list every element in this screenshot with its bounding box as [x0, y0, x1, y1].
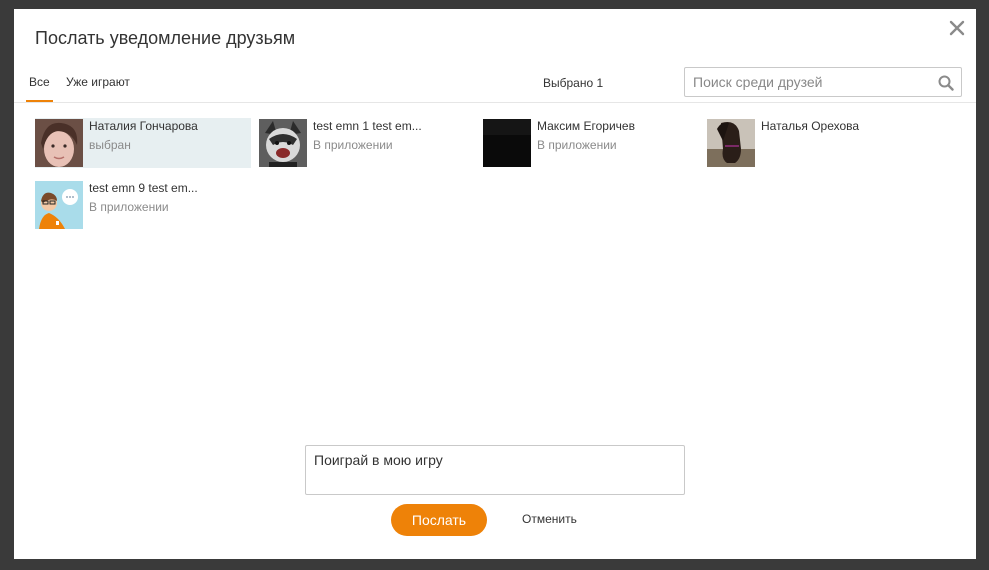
- friend-name: Максим Егоричев: [537, 119, 635, 133]
- send-button[interactable]: Послать: [391, 504, 487, 536]
- avatar: [707, 119, 755, 167]
- search-icon[interactable]: [938, 75, 954, 91]
- friend-status: В приложении: [89, 200, 169, 214]
- friend-item[interactable]: Наталия Гончарова выбран: [35, 118, 251, 168]
- friend-name: Наталья Орехова: [761, 119, 860, 133]
- message-field[interactable]: Поиграй в мою игру: [305, 445, 685, 495]
- friend-item[interactable]: test emn 1 test em... В приложении: [259, 118, 475, 168]
- friend-status: В приложении: [313, 138, 393, 152]
- avatar: [259, 119, 307, 167]
- search-input[interactable]: [685, 68, 931, 96]
- friend-item[interactable]: Максим Егоричев В приложении: [483, 118, 699, 168]
- friend-search: [684, 67, 962, 97]
- tab-already-playing[interactable]: Уже играют: [63, 75, 133, 100]
- friend-name: test emn 9 test em...: [89, 181, 198, 195]
- friend-status: В приложении: [537, 138, 617, 152]
- cancel-button[interactable]: Отменить: [522, 512, 577, 526]
- friend-name: test emn 1 test em...: [313, 119, 422, 133]
- friend-item[interactable]: Наталья Орехова: [707, 118, 923, 168]
- friend-item[interactable]: test emn 9 test em... В приложении: [35, 180, 251, 230]
- friend-name: Наталия Гончарова: [89, 119, 198, 133]
- tab-all[interactable]: Все: [26, 75, 53, 102]
- notify-friends-dialog: Послать уведомление друзьям Все Уже игра…: [14, 9, 976, 559]
- avatar: [483, 119, 531, 167]
- friend-status: выбран: [89, 138, 131, 152]
- avatar: [35, 181, 83, 229]
- header-divider: [14, 102, 976, 103]
- selected-count: Выбрано 1: [543, 76, 604, 90]
- avatar: [35, 119, 83, 167]
- dialog-title: Послать уведомление друзьям: [35, 28, 296, 48]
- close-icon[interactable]: [948, 19, 966, 37]
